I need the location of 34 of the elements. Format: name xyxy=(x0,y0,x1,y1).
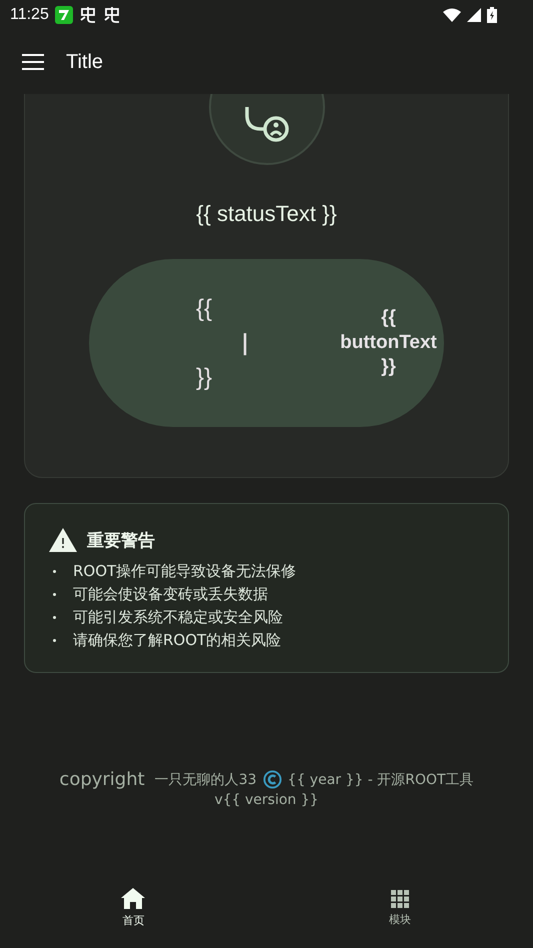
warning-item: 可能引发系统不稳定或安全风险 xyxy=(73,608,283,627)
button-label: {{ buttonText }} xyxy=(339,306,438,380)
app-notification-icon xyxy=(54,6,73,24)
grid-icon xyxy=(390,890,409,908)
copyright-icon xyxy=(262,770,282,789)
home-icon xyxy=(121,888,146,909)
footer-text: {{ year }} - 开源ROOT工具 xyxy=(288,770,474,788)
warning-item: ROOT操作可能导致设备无法保修 xyxy=(73,562,296,581)
battery-icon xyxy=(487,7,497,23)
author-text: 一只无聊的人33 xyxy=(154,770,257,788)
bullet-icon xyxy=(53,570,56,573)
signal-icon xyxy=(467,8,481,22)
bullet-icon xyxy=(53,593,56,596)
menu-icon[interactable] xyxy=(22,54,44,70)
warning-icon xyxy=(49,528,77,552)
bug-notification-icon xyxy=(102,6,121,24)
app-title: Title xyxy=(66,50,104,74)
nav-tab[interactable]: 模块 xyxy=(266,868,533,948)
status-text: {{ statusText }} xyxy=(196,201,337,227)
bullet-icon xyxy=(53,639,56,642)
status-time: 11:25 xyxy=(10,6,49,24)
warning-item: 请确保您了解ROOT的相关风险 xyxy=(73,631,282,650)
button-placeholder-text: | xyxy=(240,330,249,356)
warning-item: 可能会使设备变砖或丢失数据 xyxy=(73,585,268,604)
action-button[interactable]: {{ | }} {{ buttonText }} xyxy=(89,259,444,427)
version-text: v{{ version }} xyxy=(214,792,319,808)
copyright-label: copyright xyxy=(59,769,145,790)
bug-notification-icon xyxy=(78,6,97,24)
button-placeholder-text: {{ xyxy=(194,294,214,322)
wifi-icon xyxy=(443,8,461,22)
nav-tab[interactable]: 首页 xyxy=(0,868,266,948)
button-placeholder-text: }} xyxy=(194,364,214,392)
warning-title: 重要警告 xyxy=(87,530,155,552)
bullet-icon xyxy=(53,616,56,619)
